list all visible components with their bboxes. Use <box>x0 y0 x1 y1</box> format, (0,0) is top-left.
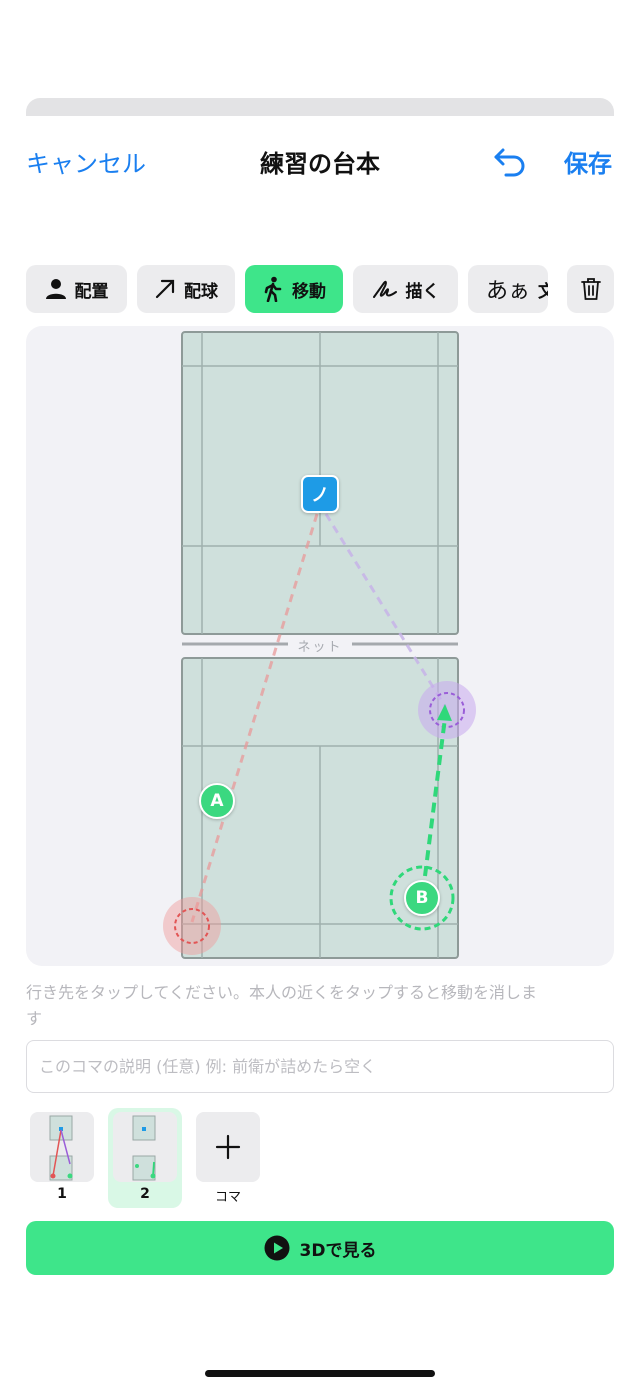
player-marker-a[interactable]: A <box>199 783 235 819</box>
tool-draw-label: 描く <box>405 281 440 302</box>
save-button[interactable]: 保存 <box>564 144 612 179</box>
player-marker-opponent[interactable]: ノ <box>301 475 339 513</box>
add-frame-button[interactable] <box>196 1112 260 1182</box>
arrow-up-right-icon <box>155 279 175 299</box>
text-icon: あぁ <box>486 279 531 304</box>
tool-shot-button[interactable]: 配球 <box>137 265 235 313</box>
home-indicator[interactable] <box>205 1370 435 1377</box>
scribble-icon <box>372 280 397 298</box>
tool-text-label: 文 <box>538 281 548 302</box>
tool-text-button[interactable]: あぁ 文 <box>468 265 548 313</box>
tool-draw-button[interactable]: 描く <box>353 265 458 313</box>
tool-place-button[interactable]: 配置 <box>26 265 127 313</box>
person-icon <box>45 279 66 299</box>
view-3d-button[interactable]: 3Dで見る <box>26 1221 614 1275</box>
frame-description-input[interactable] <box>26 1040 614 1093</box>
navigation-bar: キャンセル 練習の台本 保存 <box>0 140 640 180</box>
frame-number: 2 <box>140 1186 150 1202</box>
frame-number: 1 <box>57 1186 67 1202</box>
court-canvas[interactable]: ネット ノ A B <box>26 326 614 966</box>
instruction-hint: 行き先をタップしてください。本人の近くをタップすると移動を消します <box>26 983 538 1028</box>
frame-thumbnail-2[interactable]: 2 <box>108 1108 182 1208</box>
view-3d-label: 3Dで見る <box>299 1240 377 1261</box>
frame-preview <box>113 1112 177 1182</box>
undo-icon[interactable] <box>492 142 530 180</box>
tool-bar: 配置 配球 移動 描く あぁ 文 <box>26 265 614 313</box>
sheet-top-edge <box>26 98 614 116</box>
trash-icon <box>580 278 601 300</box>
tool-move-button[interactable]: 移動 <box>245 265 343 313</box>
tool-place-label: 配置 <box>74 281 109 302</box>
page-title: 練習の台本 <box>260 150 380 178</box>
frame-preview <box>30 1112 94 1182</box>
frame-thumbnail-1[interactable]: 1 <box>26 1108 98 1208</box>
add-frame-label: コマ <box>214 1190 241 1205</box>
tool-shot-label: 配球 <box>184 281 218 302</box>
net-label: ネット <box>288 636 352 655</box>
plus-icon <box>215 1134 241 1160</box>
walking-person-icon <box>264 276 282 302</box>
cancel-button[interactable]: キャンセル <box>26 144 146 179</box>
play-circle-icon <box>264 1235 290 1261</box>
tool-move-label: 移動 <box>292 281 326 302</box>
delete-button[interactable] <box>567 265 614 313</box>
shot-target-red <box>163 897 221 955</box>
player-marker-b[interactable]: B <box>404 880 440 916</box>
frame-strip: 1 2 コマ <box>26 1108 614 1212</box>
